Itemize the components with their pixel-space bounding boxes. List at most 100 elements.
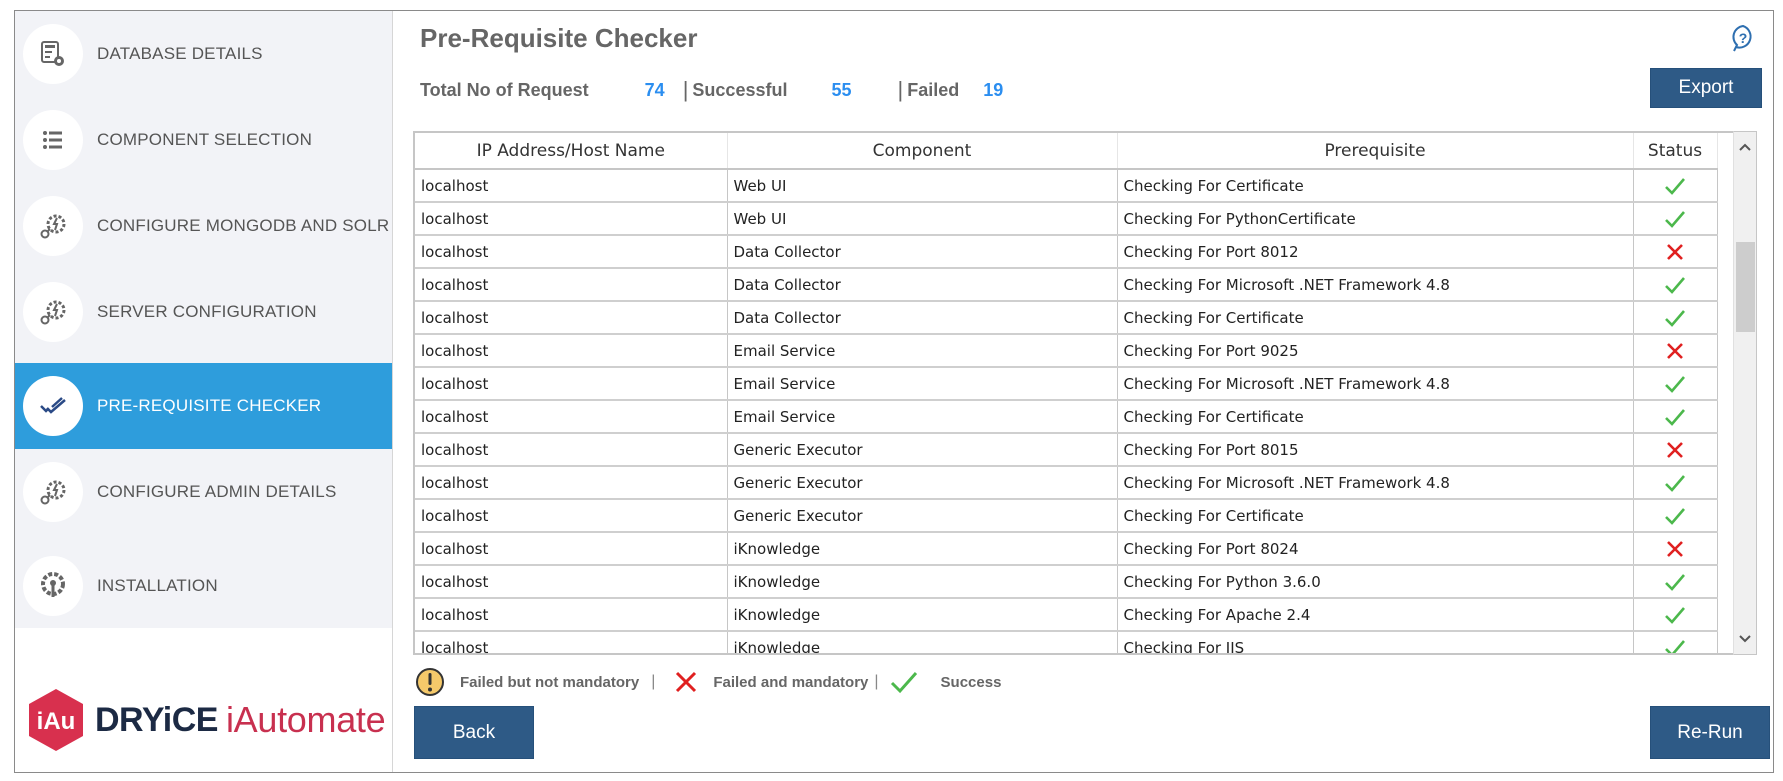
scrollbar-thumb[interactable]: [1736, 242, 1755, 332]
legend-warning-label: Failed but not mandatory: [460, 673, 640, 691]
sidebar-item-configure-admin-details[interactable]: CONFIGURE ADMIN DETAILS: [15, 449, 392, 535]
prerequisite-cell: Checking For Port 8015: [1117, 433, 1634, 467]
success-check-icon: [1663, 605, 1687, 624]
prerequisite-cell: Checking For Microsoft .NET Framework 4.…: [1117, 268, 1634, 302]
sidebar-item-database-details[interactable]: DATABASE DETAILS: [15, 11, 392, 97]
sidebar-item-label: DATABASE DETAILS: [97, 44, 263, 63]
host-cell: localhost: [415, 532, 728, 566]
gears-bolt-icon: [23, 282, 83, 342]
success-check-icon: [1663, 407, 1687, 426]
prerequisite-cell: Checking For PythonCertificate: [1117, 202, 1634, 236]
failed-count: 19: [983, 79, 1004, 100]
success-check-icon: [890, 672, 917, 694]
table-scrollbar[interactable]: [1733, 131, 1757, 655]
sidebar-item-installation[interactable]: INSTALLATION: [15, 543, 392, 629]
host-cell: localhost: [415, 466, 728, 500]
total-label: Total No of Request: [420, 79, 589, 100]
host-cell: localhost: [415, 268, 728, 302]
sidebar-item-component-selection[interactable]: COMPONENT SELECTION: [15, 97, 392, 183]
sidebar-item-server-configuration[interactable]: SERVER CONFIGURATION: [15, 269, 392, 355]
component-cell: iKnowledge: [727, 598, 1118, 632]
table-row[interactable]: localhost iKnowledge Checking For Apache 2…: [415, 598, 1718, 632]
column-header-host[interactable]: IP Address/Host Name: [415, 133, 728, 170]
host-cell: localhost: [415, 334, 728, 368]
scroll-up-arrow-icon[interactable]: [1734, 136, 1756, 158]
table-row[interactable]: localhost iKnowledge Checking For Port 802…: [415, 532, 1718, 566]
success-check-icon: [1663, 209, 1687, 228]
column-header-prerequisite[interactable]: Prerequisite: [1117, 133, 1634, 170]
status-cell: [1633, 433, 1718, 467]
status-cell: [1633, 169, 1718, 203]
prerequisite-table: IP Address/Host Name Component Prerequis…: [413, 131, 1733, 655]
host-cell: localhost: [415, 301, 728, 335]
scroll-down-arrow-icon[interactable]: [1734, 628, 1756, 650]
total-count: 74: [644, 79, 665, 100]
export-button[interactable]: Export: [1650, 68, 1762, 108]
component-cell: Data Collector: [727, 235, 1118, 269]
gears-bolt-icon: [23, 462, 83, 522]
component-cell: Email Service: [727, 334, 1118, 368]
help-bubble-icon[interactable]: ?: [1728, 23, 1758, 53]
host-cell: localhost: [415, 433, 728, 467]
rerun-button[interactable]: Re-Run: [1650, 706, 1770, 759]
sidebar-item-configure-mongodb-solr[interactable]: CONFIGURE MONGODB AND SOLR: [15, 183, 392, 269]
failed-label: Failed: [907, 79, 960, 100]
column-header-component[interactable]: Component: [727, 133, 1118, 170]
status-cell: [1633, 598, 1718, 632]
table-row[interactable]: localhost Data Collector Checking For Port…: [415, 235, 1718, 269]
table-row[interactable]: localhost Email Service Checking For Port …: [415, 334, 1718, 368]
component-cell: iKnowledge: [727, 631, 1118, 653]
table-row[interactable]: localhost Email Service Checking For Certi…: [415, 400, 1718, 434]
component-cell: Data Collector: [727, 301, 1118, 335]
stats-divider: |: [682, 77, 689, 102]
prerequisite-cell: Checking For Certificate: [1117, 169, 1634, 203]
component-cell: iKnowledge: [727, 532, 1118, 566]
status-cell: [1633, 466, 1718, 500]
table-row[interactable]: localhost iKnowledge Checking For Python 3…: [415, 565, 1718, 599]
prerequisite-cell: Checking For Port 8024: [1117, 532, 1634, 566]
component-cell: iKnowledge: [727, 565, 1118, 599]
logo-brand: DRYiCE: [95, 700, 218, 739]
success-check-icon: [1663, 638, 1687, 653]
host-cell: localhost: [415, 565, 728, 599]
warning-exclamation-icon: [416, 668, 444, 696]
table-row[interactable]: localhost Generic Executor Checking For Ce…: [415, 499, 1718, 533]
table-header-row: IP Address/Host Name Component Prerequis…: [415, 133, 1718, 170]
sidebar-item-prerequisite-checker[interactable]: PRE-REQUISITE CHECKER: [15, 363, 392, 449]
sidebar-nav: DATABASE DETAILS COMPONENT SELECTION CON…: [15, 11, 392, 628]
component-cell: Generic Executor: [727, 499, 1118, 533]
table-row[interactable]: localhost Data Collector Checking For Micr…: [415, 268, 1718, 302]
prerequisite-cell: Checking For Port 9025: [1117, 334, 1634, 368]
summary-stats: Total No of Request 74 | Successful 55 |…: [420, 77, 1003, 103]
failed-x-icon: [676, 671, 697, 693]
status-cell: [1633, 301, 1718, 335]
back-button[interactable]: Back: [414, 706, 534, 759]
legend-divider: |: [651, 673, 656, 690]
success-check-icon: [1663, 374, 1687, 393]
component-cell: Email Service: [727, 367, 1118, 401]
sidebar: DATABASE DETAILS COMPONENT SELECTION CON…: [15, 11, 393, 772]
page-title: Pre-Requisite Checker: [420, 23, 698, 53]
status-cell: [1633, 499, 1718, 533]
table-row[interactable]: localhost Web UI Checking For PythonCertif…: [415, 202, 1718, 236]
table-row[interactable]: localhost Generic Executor Checking For Mi…: [415, 466, 1718, 500]
host-cell: localhost: [415, 169, 728, 203]
success-check-icon: [1663, 176, 1687, 195]
table-row[interactable]: localhost Generic Executor Checking For Po…: [415, 433, 1718, 467]
status-cell: [1633, 367, 1718, 401]
prerequisite-cell: Checking For Microsoft .NET Framework 4.…: [1117, 466, 1634, 500]
status-cell: [1633, 268, 1718, 302]
success-check-icon: [1663, 473, 1687, 492]
table-row[interactable]: localhost Email Service Checking For Micro…: [415, 367, 1718, 401]
prerequisite-cell: Checking For Certificate: [1117, 499, 1634, 533]
table-row[interactable]: localhost iKnowledge Checking For IIS: [415, 631, 1718, 653]
failed-x-icon: [1663, 242, 1687, 260]
svg-text:?: ?: [1739, 30, 1748, 46]
table-row[interactable]: localhost Web UI Checking For Certificate: [415, 169, 1718, 203]
prerequisite-cell: Checking For Microsoft .NET Framework 4.…: [1117, 367, 1634, 401]
table-row[interactable]: localhost Data Collector Checking For Cert…: [415, 301, 1718, 335]
prerequisite-cell: Checking For IIS: [1117, 631, 1634, 653]
column-header-status[interactable]: Status: [1633, 133, 1718, 170]
list-icon: [23, 110, 83, 170]
success-count: 55: [831, 79, 852, 100]
